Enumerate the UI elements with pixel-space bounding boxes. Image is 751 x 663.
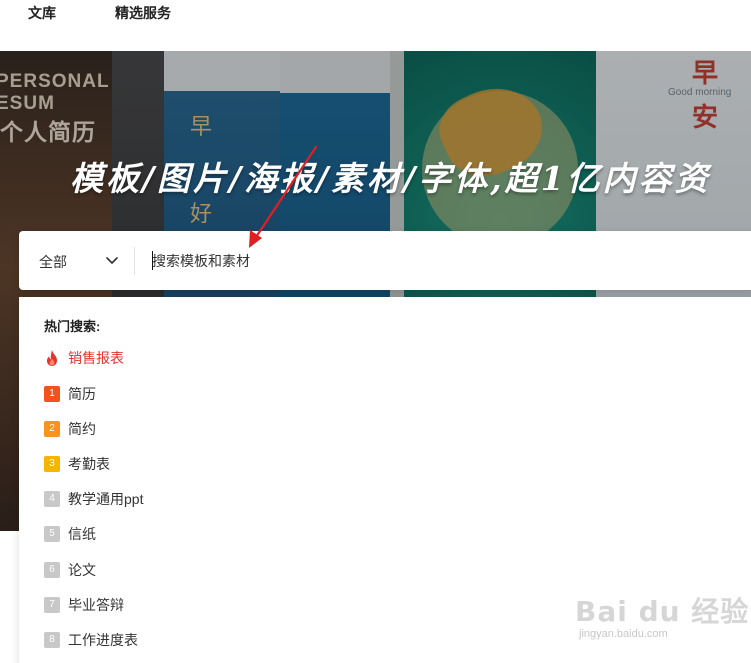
category-label: 全部 [39,254,67,270]
search-divider [134,247,135,275]
nav-item-wenku[interactable]: 文库 [28,3,56,23]
search-bar: 全部 [19,231,751,290]
flame-icon [47,350,57,366]
rank-badge: 4 [44,491,60,507]
watermark-url: jingyan.baidu.com [579,628,668,640]
rank-badge: 5 [44,526,60,542]
hot-search-item[interactable]: 4 教学通用ppt [44,488,143,510]
hot-search-item-featured[interactable]: 销售报表 [44,347,124,369]
hot-search-title: 热门搜索: [44,319,101,334]
hot-search-item[interactable]: 1 简历 [44,383,96,405]
hot-search-item-label: 论文 [68,562,96,578]
top-nav: 文库 精选服务 [0,0,751,51]
rank-badge: 8 [44,632,60,648]
hot-search-item-label: 教学通用ppt [68,491,144,507]
text-caret [152,251,153,270]
hot-search-item-label: 工作进度表 [68,632,138,648]
hot-search-item[interactable]: 5 信纸 [44,523,96,545]
nav-item-services[interactable]: 精选服务 [115,3,171,23]
search-input[interactable] [152,249,712,273]
hot-search-item[interactable]: 6 论文 [44,559,96,581]
category-select[interactable]: 全部 [19,231,134,290]
hot-search-item-label: 销售报表 [68,350,124,366]
chevron-down-icon [106,257,118,264]
hot-search-item[interactable]: 7 毕业答辩 [44,594,124,616]
watermark-logo: Bai du 经验 [575,595,750,628]
hero-slogan: 模板/图片/海报/素材/字体,超1亿内容资 [70,159,711,198]
rank-badge: 1 [44,386,60,402]
hot-search-item-label: 考勤表 [68,456,110,472]
rank-badge: 7 [44,597,60,613]
hot-search-item[interactable]: 3 考勤表 [44,453,110,475]
hot-search-item-label: 简约 [68,421,96,437]
hot-search-item-label: 信纸 [68,526,96,542]
rank-badge: 3 [44,456,60,472]
hot-search-item-label: 简历 [68,386,96,402]
hot-search-item-label: 毕业答辩 [68,597,124,613]
rank-badge: 2 [44,421,60,437]
rank-badge: 6 [44,562,60,578]
hot-search-item[interactable]: 8 工作进度表 [44,629,138,651]
hot-search-item[interactable]: 2 简约 [44,418,96,440]
baidu-jingyan-watermark: Bai du 经验 jingyan.baidu.com [575,590,748,650]
